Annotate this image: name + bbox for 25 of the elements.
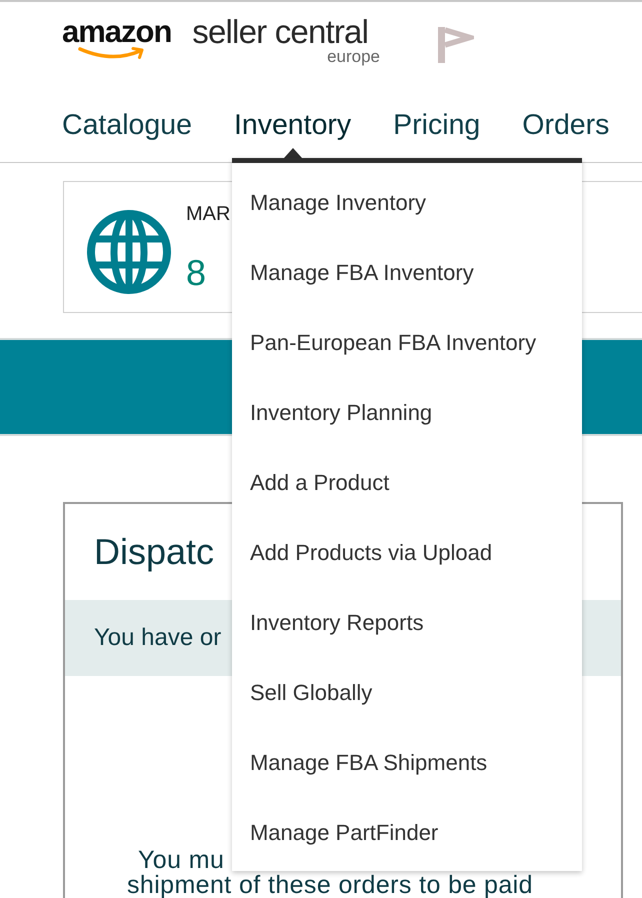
card-label: MAR <box>186 202 230 226</box>
menu-item[interactable]: Manage PartFinder <box>232 798 582 868</box>
menu-item[interactable]: Manage FBA Shipments <box>232 728 582 798</box>
flag-icon[interactable] <box>438 27 474 63</box>
message-text: shipment of these orders to be paid <box>127 873 533 898</box>
count-value: 8 <box>186 253 206 293</box>
menu-item[interactable]: Add a Product <box>232 448 582 518</box>
logo-product-text: seller central <box>192 15 370 49</box>
card-title: Dispatc <box>94 530 214 574</box>
logo-brand-text: amazon <box>62 15 172 49</box>
menu-item[interactable]: Manage Inventory <box>232 168 582 238</box>
menu-item[interactable]: Add Products via Upload <box>232 518 582 588</box>
menu-item[interactable]: Sell Globally <box>232 658 582 728</box>
message-text: You mu <box>138 848 224 873</box>
notice-text: You have or <box>94 624 222 652</box>
nav-tab[interactable]: Catalogue <box>62 108 192 158</box>
menu-item[interactable]: Manage FBA Inventory <box>232 238 582 308</box>
menu-item[interactable]: Inventory Planning <box>232 378 582 448</box>
menu-item[interactable]: Pan-European FBA Inventory <box>232 308 582 378</box>
nav-tab[interactable]: Pricing <box>393 108 480 158</box>
nav-tab[interactable]: Orders <box>522 108 610 158</box>
menu-item[interactable]: Inventory Reports <box>232 588 582 658</box>
logo-region-text: europe <box>327 48 380 66</box>
globe-icon <box>87 210 171 294</box>
nav-tab[interactable]: Inventory <box>234 108 352 158</box>
